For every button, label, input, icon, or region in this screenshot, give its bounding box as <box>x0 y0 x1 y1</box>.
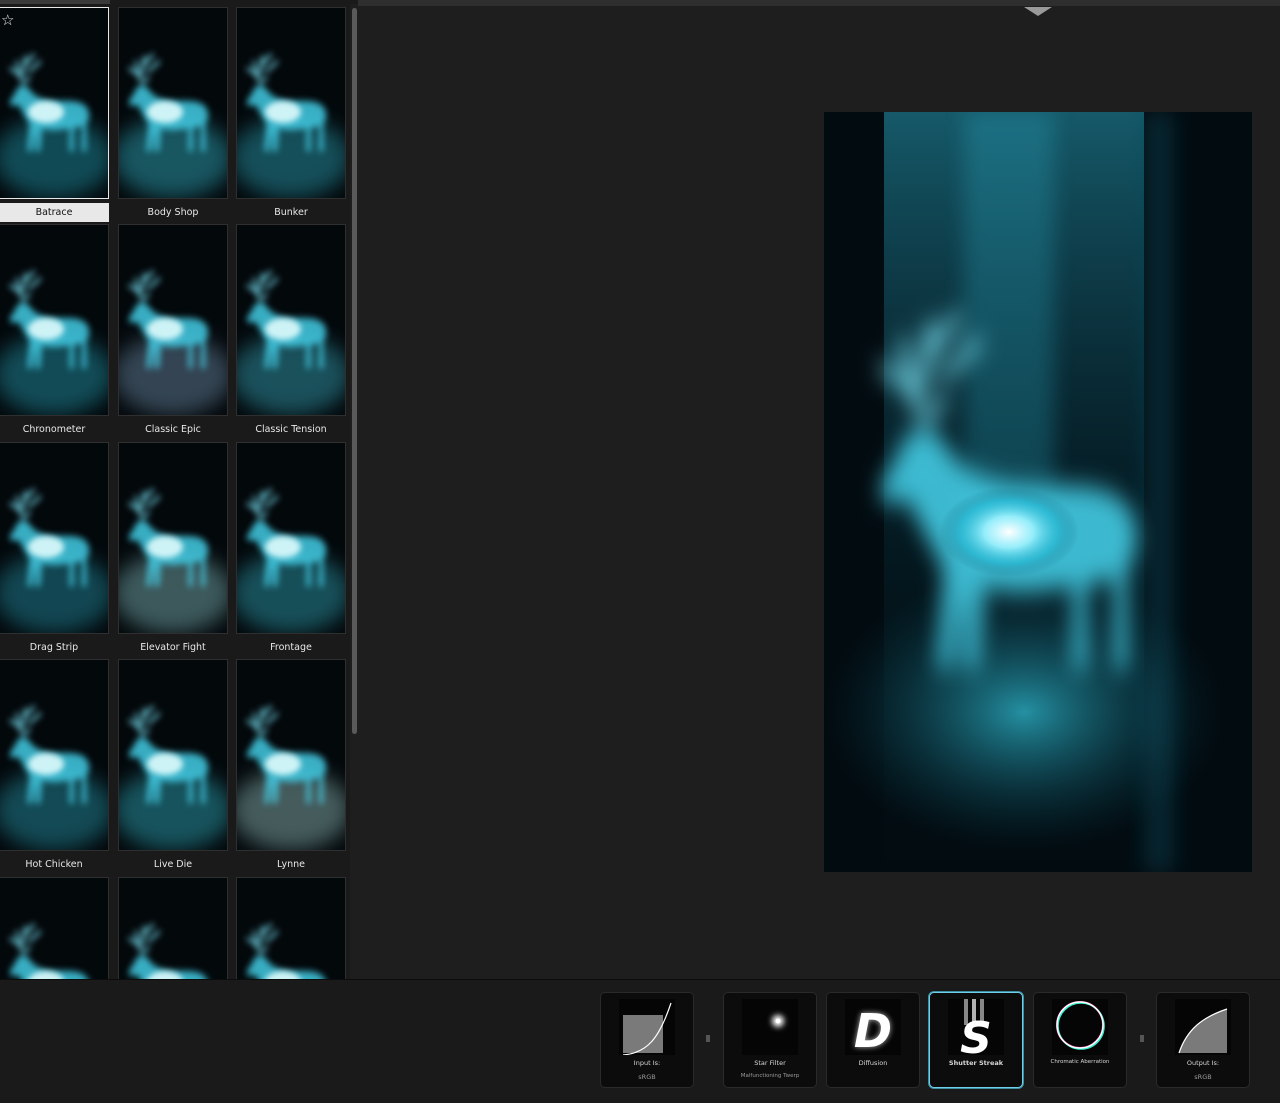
ring-icon <box>1052 999 1108 1055</box>
tool-name: Shutter Streak <box>948 1059 1004 1067</box>
preset-thumbnail <box>118 442 228 634</box>
tool-name: Diffusion <box>858 1059 888 1067</box>
preset-tile[interactable]: Body Shop <box>118 7 228 222</box>
output-title: Output Is: <box>1186 1059 1220 1067</box>
shutter-streak-s-icon: S <box>948 999 1004 1055</box>
chain-divider <box>706 1035 710 1042</box>
preset-tile[interactable]: Classic Epic <box>118 224 228 439</box>
tool-preset: Malfunctioning Twerp <box>740 1073 800 1079</box>
preset-label: Classic Epic <box>145 424 201 435</box>
input-title: Input Is: <box>633 1059 661 1067</box>
tool-name: Chromatic Aberration <box>1050 1059 1110 1065</box>
preset-tile[interactable]: Classic Tension <box>236 224 346 439</box>
svg-text:S: S <box>960 1013 992 1055</box>
preview-viewer <box>358 0 1280 979</box>
preset-thumbnail <box>236 442 346 634</box>
star-outline-icon[interactable]: ☆ <box>1 13 14 28</box>
preset-tile[interactable]: Hot Chicken <box>0 659 109 874</box>
preset-thumbnail <box>118 224 228 416</box>
triangle-down-icon[interactable] <box>1024 7 1052 16</box>
preset-tile[interactable]: Drag Strip <box>0 442 109 657</box>
preset-thumbnail <box>0 224 109 416</box>
preset-label: Classic Tension <box>255 424 327 435</box>
shutter-streak-tool[interactable]: S Shutter Streak <box>929 992 1023 1088</box>
preset-label: Hot Chicken <box>25 859 83 870</box>
output-value: sRGB <box>1194 1073 1212 1081</box>
viewer-top-bar <box>358 0 1280 6</box>
tool-chain-bar: Input Is: sRGB Star Filter Malfunctionin… <box>0 979 1280 1103</box>
preset-tile[interactable]: Frontage <box>236 442 346 657</box>
preview-image <box>824 112 1252 872</box>
preset-thumbnail <box>118 659 228 851</box>
preset-thumbnail <box>0 659 109 851</box>
preset-thumbnail <box>236 877 346 979</box>
preset-label: Live Die <box>153 859 193 870</box>
preset-label: Lynne <box>277 859 305 870</box>
preset-thumbnail <box>236 659 346 851</box>
preset-thumbnail <box>118 877 228 979</box>
preset-tile[interactable]: Lynne <box>236 659 346 874</box>
diffusion-d-icon: D D <box>845 999 901 1055</box>
preset-tile[interactable] <box>118 877 228 979</box>
preset-tile[interactable]: Batrace ☆ <box>0 7 109 222</box>
output-tool[interactable]: Output Is: sRGB <box>1156 992 1250 1088</box>
star-filter-tool[interactable]: Star Filter Malfunctioning Twerp <box>723 992 817 1088</box>
stag-preview-graphic <box>824 112 1252 872</box>
preset-thumbnail <box>118 7 228 199</box>
input-value: sRGB <box>638 1073 656 1081</box>
curve-icon <box>1175 999 1231 1055</box>
chromatic-aberration-tool[interactable]: Chromatic Aberration <box>1033 992 1127 1088</box>
preset-label: Frontage <box>270 642 312 653</box>
preset-label: Chronometer <box>22 424 86 435</box>
browser-top-strip <box>0 0 110 4</box>
preset-thumbnail <box>236 7 346 199</box>
preset-thumbnail <box>0 442 109 634</box>
preset-label: Bunker <box>274 207 308 218</box>
star-filter-icon <box>742 999 798 1055</box>
preset-tile[interactable] <box>236 877 346 979</box>
input-tool[interactable]: Input Is: sRGB <box>600 992 694 1088</box>
preset-tile[interactable]: Elevator Fight <box>118 442 228 657</box>
tool-name: Star Filter <box>754 1059 786 1067</box>
preset-thumbnail <box>236 224 346 416</box>
preset-scrollbar-thumb[interactable] <box>352 8 357 734</box>
preset-label: Batrace <box>0 203 109 222</box>
curve-icon <box>619 999 675 1055</box>
preset-tile[interactable]: Bunker <box>236 7 346 222</box>
preset-tile[interactable]: Live Die <box>118 659 228 874</box>
preset-thumbnail <box>0 7 109 199</box>
preset-label: Elevator Fight <box>140 642 206 653</box>
chain-divider <box>1140 1035 1144 1042</box>
svg-text:D: D <box>854 1004 892 1055</box>
preset-label: Drag Strip <box>29 642 79 653</box>
diffusion-tool[interactable]: D D Diffusion <box>826 992 920 1088</box>
preset-browser: Batrace ☆ Body Shop Bunker Chronometer Classi… <box>0 0 358 979</box>
preset-tile[interactable] <box>0 877 109 979</box>
preset-label: Body Shop <box>147 207 199 218</box>
preset-tile[interactable]: Chronometer <box>0 224 109 439</box>
preset-thumbnail <box>0 877 109 979</box>
